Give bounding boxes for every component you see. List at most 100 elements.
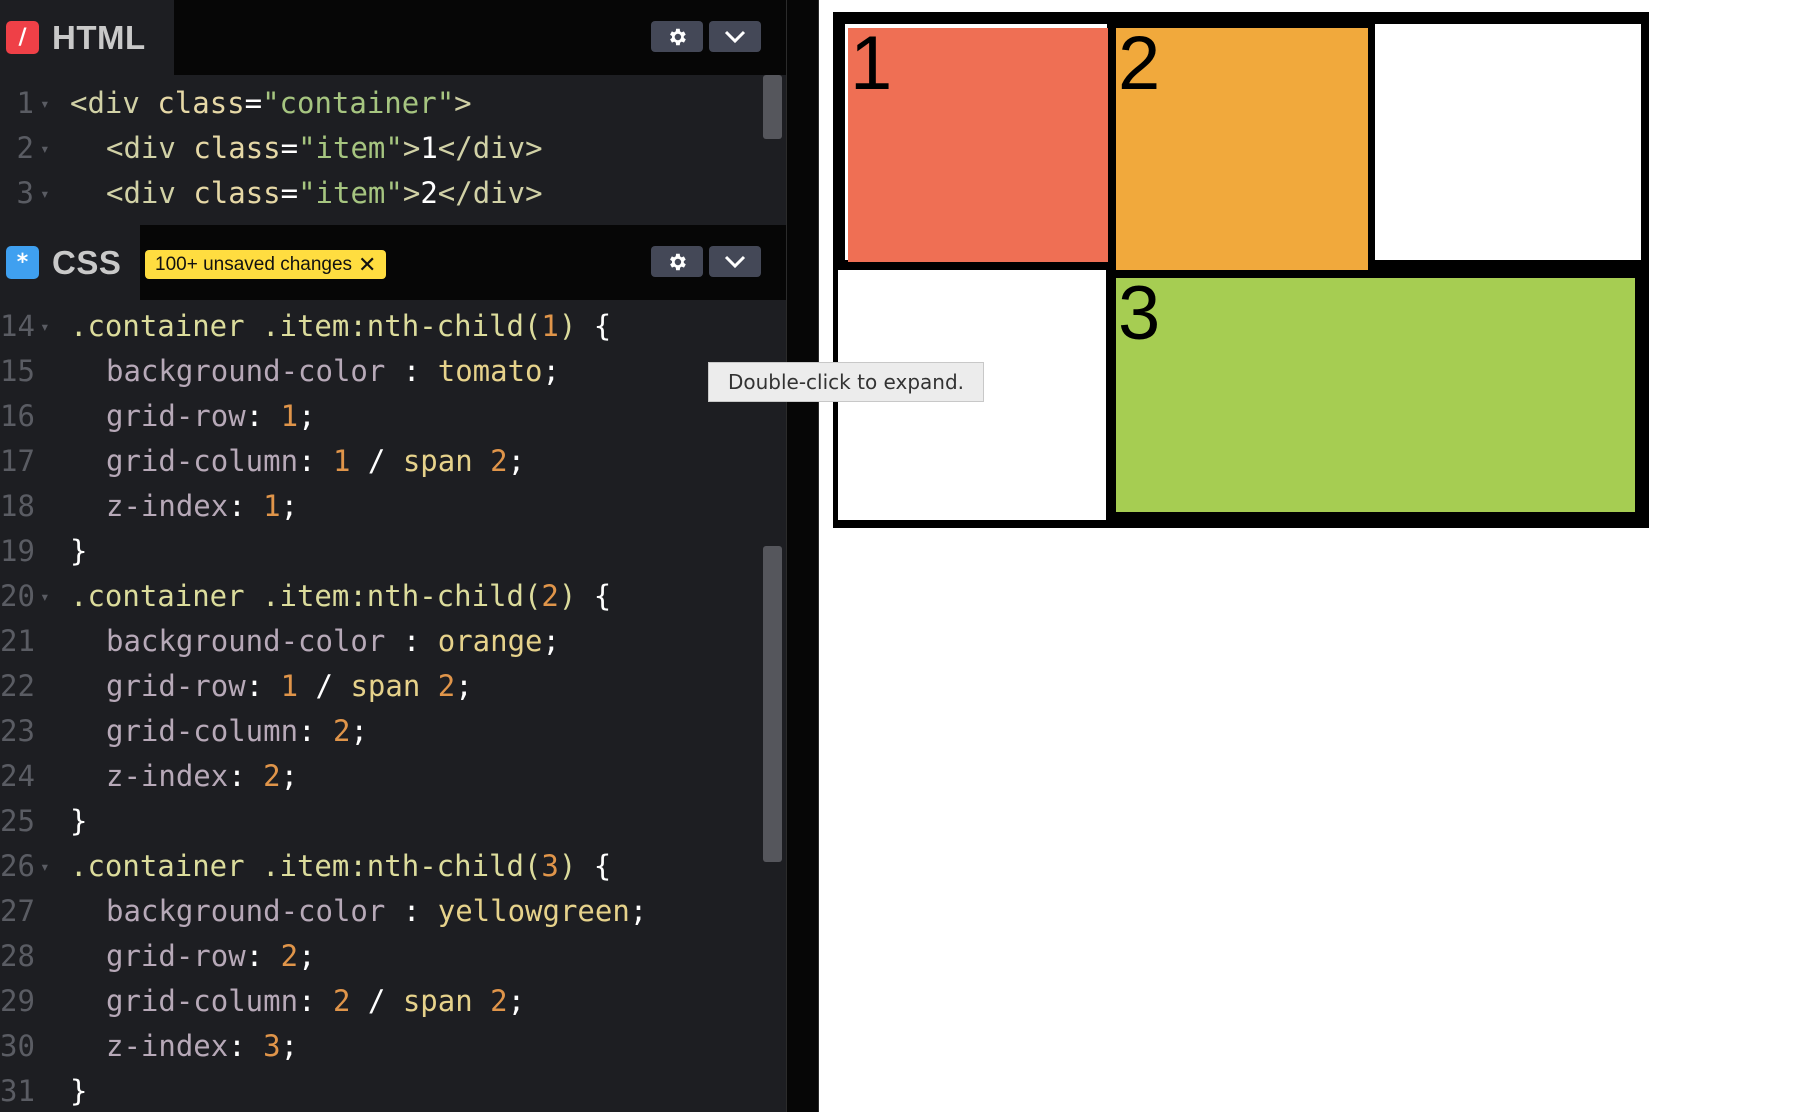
line-number: 28 <box>0 939 35 973</box>
code-text: background-color : orange; <box>106 624 560 658</box>
css-tab[interactable]: * CSS <box>0 225 140 300</box>
code-line[interactable]: 14 ▾ .container .item:nth-child(1) { <box>0 304 760 349</box>
line-number: 29 <box>0 984 35 1018</box>
css-settings-button[interactable] <box>651 246 703 277</box>
line-number: 23 <box>0 714 35 748</box>
css-panel-header: * CSS <box>0 225 786 300</box>
code-text: z-index: 3; <box>106 1029 299 1063</box>
code-text: grid-column: 2; <box>106 714 368 748</box>
code-line[interactable]: 31} <box>0 1069 760 1112</box>
code-text: } <box>70 804 88 838</box>
empty-cell <box>1375 24 1641 260</box>
line-number: 1 <box>16 86 34 120</box>
code-line[interactable]: 24 z-index: 2; <box>0 754 760 799</box>
grid-item-1: 1 <box>848 22 1108 262</box>
code-line[interactable]: 29 grid-column: 2 / span 2; <box>0 979 760 1024</box>
html-tab-label: HTML <box>52 18 146 56</box>
html-scrollbar[interactable] <box>763 75 782 139</box>
css-scrollbar[interactable] <box>763 546 782 862</box>
code-text: z-index: 2; <box>106 759 299 793</box>
line-number: 19 <box>0 534 35 568</box>
code-text: grid-row: 2; <box>106 939 316 973</box>
html-settings-button[interactable] <box>651 21 703 52</box>
fold-arrow-icon[interactable]: ▾ <box>40 574 50 619</box>
line-number: 24 <box>0 759 35 793</box>
code-text: grid-column: 2 / span 2; <box>106 984 526 1018</box>
fold-arrow-icon[interactable]: ▾ <box>40 171 50 216</box>
unsaved-changes-badge[interactable]: 100+ unsaved changes ✕ <box>145 250 387 279</box>
code-line[interactable]: 21 background-color : orange; <box>0 619 760 664</box>
line-number: 26 <box>0 849 35 883</box>
code-text: <div class="item">2</div> <box>106 176 543 210</box>
grid-item-2: 2 <box>1116 22 1368 270</box>
line-number: 2 <box>16 131 34 165</box>
panel-resize-handle[interactable] <box>786 0 819 1112</box>
gear-icon <box>670 253 686 270</box>
code-line[interactable]: 25} <box>0 799 760 844</box>
code-line[interactable]: 28 grid-row: 2; <box>0 934 760 979</box>
code-text: background-color : yellowgreen; <box>106 894 648 928</box>
unsaved-changes-label: 100+ unsaved changes <box>155 253 353 275</box>
line-number: 22 <box>0 669 35 703</box>
code-text: } <box>70 1074 88 1108</box>
fold-arrow-icon[interactable]: ▾ <box>40 844 50 889</box>
code-text: } <box>70 534 88 568</box>
css-code-area[interactable]: 14 ▾ .container .item:nth-child(1) {15 back… <box>0 304 760 1112</box>
css-tab-label: CSS <box>52 243 122 281</box>
css-collapse-button[interactable] <box>709 246 761 277</box>
code-line[interactable]: 22 grid-row: 1 / span 2; <box>0 664 760 709</box>
grid-item-3: 3 <box>1116 272 1635 512</box>
code-text: .container .item:nth-child(3) { <box>70 849 612 883</box>
line-number: 15 <box>0 354 35 388</box>
line-number: 16 <box>0 399 35 433</box>
code-line[interactable]: 19} <box>0 529 760 574</box>
code-text: <div class="container"> <box>70 86 472 120</box>
grid-item-label: 2 <box>1118 21 1161 106</box>
fold-arrow-icon[interactable]: ▾ <box>40 81 50 126</box>
chevron-down-icon <box>724 30 746 43</box>
close-icon[interactable]: ✕ <box>358 253 376 276</box>
line-number: 30 <box>0 1029 35 1063</box>
line-number: 27 <box>0 894 35 928</box>
code-line[interactable]: 23 grid-column: 2; <box>0 709 760 754</box>
code-line[interactable]: 20 ▾ .container .item:nth-child(2) { <box>0 574 760 619</box>
grid-item-label: 3 <box>1118 271 1161 356</box>
line-number: 17 <box>0 444 35 478</box>
code-line[interactable]: 16 grid-row: 1; <box>0 394 760 439</box>
tooltip: Double-click to expand. <box>708 362 984 402</box>
grid-container: 1 2 3 <box>833 12 1649 528</box>
html-collapse-button[interactable] <box>709 21 761 52</box>
code-text: grid-row: 1; <box>106 399 316 433</box>
code-text: grid-row: 1 / span 2; <box>106 669 473 703</box>
line-number: 25 <box>0 804 35 838</box>
code-line[interactable]: 2 ▾ <div class="item">1</div> <box>0 126 760 171</box>
line-number: 31 <box>0 1074 35 1108</box>
html-panel-header: / HTML <box>0 0 786 75</box>
html-tab[interactable]: / HTML <box>0 0 174 75</box>
code-text: background-color : tomato; <box>106 354 560 388</box>
code-line[interactable]: 15 background-color : tomato; <box>0 349 760 394</box>
fold-arrow-icon[interactable]: ▾ <box>40 304 50 349</box>
code-line[interactable]: 3 ▾ <div class="item">2</div> <box>0 171 760 216</box>
line-number: 14 <box>0 309 35 343</box>
code-line[interactable]: 1 ▾ <div class="container"> <box>0 81 760 126</box>
preview-pane: 1 2 3 <box>819 0 1808 1112</box>
code-line[interactable]: 17 grid-column: 1 / span 2; <box>0 439 760 484</box>
gear-icon <box>670 28 686 45</box>
grid-item-label: 1 <box>850 21 893 106</box>
html-logo-icon: / <box>6 21 39 54</box>
code-line[interactable]: 27 background-color : yellowgreen; <box>0 889 760 934</box>
code-text: .container .item:nth-child(2) { <box>70 579 612 613</box>
fold-arrow-icon[interactable]: ▾ <box>40 126 50 171</box>
line-number: 18 <box>0 489 35 523</box>
code-line[interactable]: 26 ▾ .container .item:nth-child(3) { <box>0 844 760 889</box>
line-number: 3 <box>16 176 34 210</box>
code-text: .container .item:nth-child(1) { <box>70 309 612 343</box>
code-line[interactable]: 18 z-index: 1; <box>0 484 760 529</box>
code-text: grid-column: 1 / span 2; <box>106 444 526 478</box>
line-number: 20 <box>0 579 35 613</box>
code-line[interactable]: 30 z-index: 3; <box>0 1024 760 1069</box>
html-code-area[interactable]: 1 ▾ <div class="container"> 2 ▾ <div class="i… <box>0 81 760 225</box>
code-text: <div class="item">1</div> <box>106 131 543 165</box>
code-text: z-index: 1; <box>106 489 299 523</box>
